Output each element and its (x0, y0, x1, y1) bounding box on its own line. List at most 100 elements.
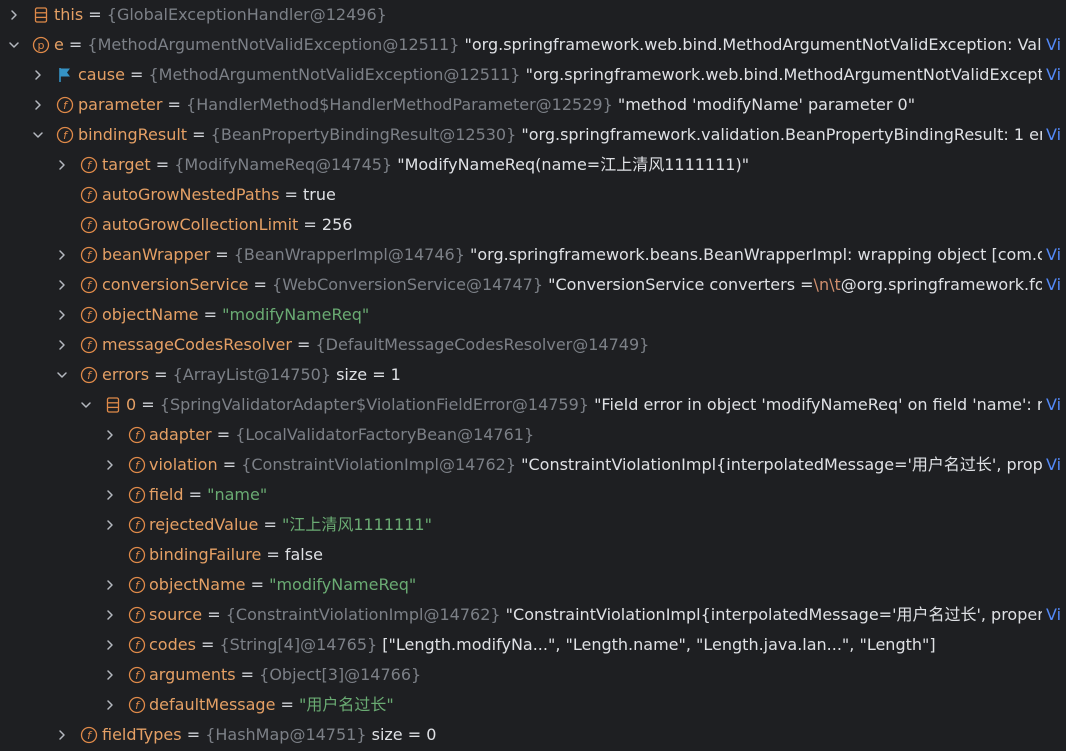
view-link[interactable]: Vi (1043, 30, 1066, 60)
variable-name: conversionService (102, 275, 249, 294)
tree-row-2[interactable]: cause = {MethodArgumentNotValidException… (0, 60, 1066, 90)
equals-sign: = (124, 65, 149, 84)
field-icon: f (80, 186, 98, 204)
tree-row-5[interactable]: f target = {ModifyNameReq@14745} "ModifyN… (0, 150, 1066, 180)
tree-row-11[interactable]: f messageCodesResolver = {DefaultMessageC… (0, 330, 1066, 360)
tree-row-0[interactable]: this = {GlobalExceptionHandler@12496} (0, 0, 1066, 30)
chevron-down-icon[interactable] (6, 30, 22, 60)
chevron-right-icon[interactable] (6, 0, 22, 30)
variable-name: beanWrapper (102, 245, 211, 264)
variable-name: bindingFailure (149, 545, 262, 564)
row-text: bindingResult = {BeanPropertyBindingResu… (78, 120, 1042, 150)
variable-name: source (149, 605, 203, 624)
chevron-right-icon[interactable] (54, 270, 70, 300)
svg-text:f: f (87, 729, 93, 742)
equals-sign: = (187, 125, 211, 144)
tree-row-15[interactable]: f violation = {ConstraintViolationImpl@14… (0, 450, 1066, 480)
view-link[interactable]: Vi (1043, 240, 1066, 270)
row-text: field = "name" (149, 480, 1062, 510)
chevron-right-icon[interactable] (102, 600, 118, 630)
svg-text:p: p (38, 39, 45, 52)
chevron-right-icon[interactable] (102, 690, 118, 720)
chevron-right-icon[interactable] (30, 90, 46, 120)
field-icon: f (80, 726, 98, 744)
field-icon: f (128, 636, 146, 654)
equals-sign: = (202, 605, 226, 624)
view-link[interactable]: Vi (1043, 120, 1066, 150)
chevron-right-icon[interactable] (54, 720, 70, 750)
variable-value: "org.springframework.beans.BeanWrapperIm… (470, 245, 1042, 264)
escape-sequence: \n\t (813, 275, 841, 294)
tree-row-13[interactable]: 0 = {SpringValidatorAdapter$ViolationFie… (0, 390, 1066, 420)
chevron-right-icon[interactable] (54, 240, 70, 270)
variable-type: {MethodArgumentNotValidException@12511} (148, 65, 521, 84)
tree-row-23[interactable]: f defaultMessage = "用户名过长" (0, 690, 1066, 720)
equals-sign: = (149, 365, 173, 384)
tree-row-20[interactable]: f source = {ConstraintViolationImpl@14762… (0, 600, 1066, 630)
view-link[interactable]: Vi (1043, 390, 1066, 420)
tree-row-14[interactable]: f adapter = {LocalValidatorFactoryBean@14… (0, 420, 1066, 450)
tree-row-17[interactable]: f rejectedValue = "江上清风1111111" (0, 510, 1066, 540)
variable-name: arguments (149, 665, 236, 684)
chevron-down-icon[interactable] (78, 390, 94, 420)
svg-text:f: f (135, 639, 141, 652)
chevron-right-icon[interactable] (102, 480, 118, 510)
view-link[interactable]: Vi (1043, 60, 1066, 90)
chevron-right-icon[interactable] (54, 330, 70, 360)
field-icon: f (128, 456, 146, 474)
tree-row-22[interactable]: f arguments = {Object[3]@14766} (0, 660, 1066, 690)
tree-row-3[interactable]: f parameter = {HandlerMethod$HandlerMetho… (0, 90, 1066, 120)
variable-value: "ConstraintViolationImpl{interpolatedMes… (505, 605, 1042, 624)
chevron-right-icon[interactable] (102, 660, 118, 690)
field-icon: f (80, 336, 98, 354)
chevron-right-icon[interactable] (102, 510, 118, 540)
variable-type: {String[4]@14765} (219, 635, 378, 654)
string-value: "modifyNameReq" (222, 305, 370, 324)
variable-value: "org.springframework.validation.BeanProp… (521, 125, 1042, 144)
chevron-right-icon[interactable] (54, 150, 70, 180)
variable-name: autoGrowNestedPaths (102, 185, 280, 204)
tree-row-18[interactable]: f bindingFailure = false (0, 540, 1066, 570)
svg-text:f: f (135, 489, 141, 502)
tree-row-12[interactable]: f errors = {ArrayList@14750} size = 1 (0, 360, 1066, 390)
tree-row-10[interactable]: f objectName = "modifyNameReq" (0, 300, 1066, 330)
size-label: size = 1 (336, 365, 401, 384)
svg-text:f: f (135, 549, 141, 562)
chevron-right-icon[interactable] (102, 420, 118, 450)
row-text: autoGrowNestedPaths = true (102, 180, 1062, 210)
parameter-icon: p (32, 36, 50, 54)
tree-row-8[interactable]: f beanWrapper = {BeanWrapperImpl@14746} "… (0, 240, 1066, 270)
row-text: rejectedValue = "江上清风1111111" (149, 510, 1062, 540)
view-link[interactable]: Vi (1043, 270, 1066, 300)
equals-sign: = (298, 215, 322, 234)
svg-text:f: f (87, 369, 93, 382)
view-link[interactable]: Vi (1043, 450, 1066, 480)
tree-row-19[interactable]: f objectName = "modifyNameReq" (0, 570, 1066, 600)
tree-row-9[interactable]: f conversionService = {WebConversionServi… (0, 270, 1066, 300)
chevron-right-icon[interactable] (30, 60, 46, 90)
view-link[interactable]: Vi (1043, 600, 1066, 630)
chevron-right-icon[interactable] (54, 300, 70, 330)
chevron-down-icon[interactable] (30, 120, 46, 150)
tree-row-24[interactable]: f fieldTypes = {HashMap@14751} size = 0 (0, 720, 1066, 750)
row-text: bindingFailure = false (149, 540, 1062, 570)
equals-sign: = (63, 35, 88, 54)
string-value: "江上清风1111111" (281, 515, 432, 534)
variable-value: ["Length.modifyNa...", "Length.name", "L… (382, 635, 936, 654)
tree-row-4[interactable]: f bindingResult = {BeanPropertyBindingRes… (0, 120, 1066, 150)
equals-sign: = (210, 245, 234, 264)
variable-type: {LocalValidatorFactoryBean@14761} (235, 425, 535, 444)
chevron-right-icon[interactable] (102, 450, 118, 480)
chevron-right-icon[interactable] (102, 630, 118, 660)
tree-row-16[interactable]: f field = "name" (0, 480, 1066, 510)
chevron-right-icon[interactable] (102, 570, 118, 600)
row-text: fieldTypes = {HashMap@14751} size = 0 (102, 720, 1062, 750)
tree-row-6[interactable]: f autoGrowNestedPaths = true (0, 180, 1066, 210)
chevron-down-icon[interactable] (54, 360, 70, 390)
equals-sign: = (150, 155, 175, 174)
variable-type: {BeanPropertyBindingResult@12530} (210, 125, 517, 144)
row-text: conversionService = {WebConversionServic… (102, 270, 1042, 300)
tree-row-7[interactable]: f autoGrowCollectionLimit = 256 (0, 210, 1066, 240)
tree-row-21[interactable]: f codes = {String[4]@14765} ["Length.modi… (0, 630, 1066, 660)
tree-row-1[interactable]: pe = {MethodArgumentNotValidException@12… (0, 30, 1066, 60)
